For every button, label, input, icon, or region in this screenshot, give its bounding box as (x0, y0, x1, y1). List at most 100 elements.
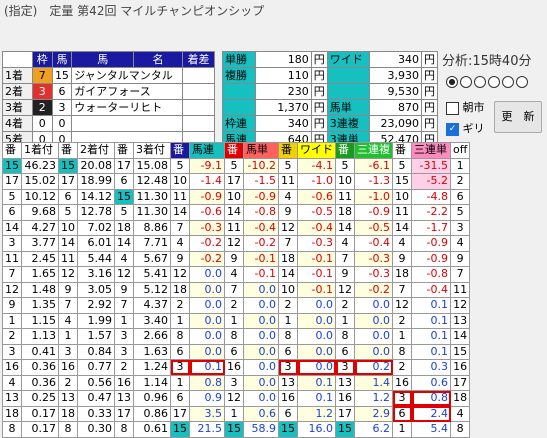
asaichi-checkbox[interactable] (446, 101, 459, 115)
grid-value-cell: 0.25 (21, 390, 59, 407)
grid-value-cell: -1.5 (243, 173, 279, 190)
radio-button[interactable] (460, 76, 472, 88)
grid-value-cell: 0.17 (21, 421, 59, 438)
radio-button[interactable] (488, 76, 500, 88)
radio-button[interactable] (474, 76, 486, 88)
grid-value-cell: 0.8 (411, 390, 451, 407)
grid-horse-number: 9 (224, 250, 244, 267)
grid-value-cell: 0.6 (243, 405, 279, 422)
grid-horse-number: 9 (2, 297, 22, 314)
grid-horse-number: 7 (449, 266, 471, 283)
grid-horse-number: 3 (2, 235, 22, 252)
fukusho-label: 複勝 (221, 67, 257, 84)
grid-header-cell: 番 (224, 142, 244, 159)
grid-value-cell: 0.41 (21, 343, 59, 360)
grid-value-cell: -0.1 (297, 250, 336, 267)
grid-horse-number: 6 (278, 343, 298, 360)
result-table: 枠 馬 馬 名 着差 1着 7 15 ジャンタルマンタル 2着 3 6 ガイアフ… (2, 51, 216, 148)
result-pos: 1着 (2, 67, 33, 84)
grid-horse-number: 15 (449, 343, 471, 360)
result-diff (181, 67, 216, 84)
grid-row: 9 1.35 7 2.92 7 4.37 2 0.0 2 0.0 2 0.0 2 0.0 12 0.1 12 (2, 297, 471, 314)
giri-option[interactable]: ✓ ギリ (446, 120, 485, 136)
grid-value-cell: 1.35 (21, 297, 59, 314)
grid-value-cell: 4.27 (21, 219, 59, 236)
grid-value-cell: 0.84 (77, 343, 115, 360)
grid-value-cell: -1.7 (411, 219, 451, 236)
grid-row: 17 15.02 17 18.99 6 12.48 10 -1.4 17 -1.5 11 -1.0 10… (2, 173, 471, 190)
update-button[interactable]: 更 新 (494, 101, 542, 133)
grid-horse-number: 11 (449, 281, 471, 298)
result-horse-name (71, 115, 183, 132)
grid-horse-number: 17 (224, 173, 244, 190)
result-row: 2着 3 6 ガイアフォース (2, 83, 216, 100)
grid-horse-number: 3 (114, 343, 134, 360)
grid-value-cell: -0.9 (243, 188, 279, 205)
grid-row: 1 1.15 4 1.99 1 3.40 1 0.0 1 0.0 1 0.0 1 0.0 2 0.1 13 (2, 312, 471, 329)
grid-header-cell: 2着付 (77, 142, 115, 159)
grid-horse-number: 1 (392, 328, 412, 345)
grid-horse-number: 16 (278, 390, 298, 407)
grid-header-cell: 番 (114, 142, 134, 159)
grid-horse-number: 15 (392, 173, 412, 190)
grid-horse-number: 16 (224, 359, 244, 376)
grid-value-cell: 0.0 (297, 312, 336, 329)
grid-value-cell: -0.4 (243, 219, 279, 236)
yen-unit: 円 (310, 115, 328, 132)
grid-horse-number: 5 (2, 188, 22, 205)
grid-value-cell: 5.44 (77, 250, 115, 267)
grid-header-cell: 馬単 (243, 142, 279, 159)
grid-row: 13 0.25 13 0.47 13 0.96 6 0.9 12 0.0 16 0.1 16 1.2 3 0.… (2, 390, 471, 407)
grid-value-cell: 8.86 (133, 219, 171, 236)
grid-horse-number: 9 (449, 250, 471, 267)
grid-horse-number: 10 (335, 173, 355, 190)
grid-horse-number: 17 (114, 157, 134, 174)
grid-horse-number: 1 (224, 312, 244, 329)
grid-horse-number: 7 (392, 281, 412, 298)
grid-horse-number: 13 (58, 390, 78, 407)
grid-horse-number: 17 (2, 173, 22, 190)
grid-value-cell: 0.1 (411, 343, 451, 360)
radio-button[interactable] (446, 76, 458, 88)
tansho-label: 単勝 (221, 51, 257, 68)
grid-horse-number: 12 (224, 235, 244, 252)
grid-horse-number: 2 (392, 359, 412, 376)
grid-horse-number: 14 (392, 219, 412, 236)
radio-button[interactable] (502, 76, 514, 88)
grid-horse-number: 16 (449, 359, 471, 376)
grid-value-cell: 0.0 (189, 281, 225, 298)
asaichi-option[interactable]: 朝市 (446, 99, 485, 115)
header-blank (2, 51, 33, 68)
grid-horse-number: 1 (224, 405, 244, 422)
grid-horse-number: 1 (114, 312, 134, 329)
grid-value-cell: 0.30 (77, 421, 115, 438)
asaichi-label: 朝市 (462, 101, 485, 114)
grid-value-cell: -0.4 (354, 235, 393, 252)
grid-value-cell: 0.77 (77, 359, 115, 376)
grid-value-cell: -1.0 (354, 188, 393, 205)
grid-header-cell: 番 (392, 142, 412, 159)
grid-horse-number: 11 (58, 250, 78, 267)
grid-value-cell: 0.0 (243, 374, 279, 391)
grid-horse-number: 6 (278, 405, 298, 422)
radio-button[interactable] (516, 76, 528, 88)
grid-horse-number: 6 (170, 343, 190, 360)
grid-horse-number: 5 (392, 157, 412, 174)
sanrenpuku-label: 3連複 (326, 115, 370, 132)
grid-value-cell: 7.71 (133, 235, 171, 252)
grid-value-cell: 0.0 (243, 359, 279, 376)
yen-unit: 円 (310, 83, 328, 100)
grid-horse-number: 7 (335, 250, 355, 267)
grid-row: 18 0.17 18 0.33 17 0.86 17 3.5 1 0.6 6 1.2 17 2.9 6 2.4… (2, 405, 471, 422)
yen-unit: 円 (420, 51, 439, 68)
grid-value-cell: -1.4 (189, 173, 225, 190)
grid-horse-number: 9 (278, 204, 298, 221)
giri-checkbox[interactable]: ✓ (446, 122, 459, 136)
grid-horse-number: 4 (58, 312, 78, 329)
wide-label-blank (326, 83, 370, 100)
grid-value-cell: 3.16 (77, 266, 115, 283)
grid-horse-number: 15 (170, 421, 190, 438)
grid-horse-number: 2 (2, 328, 22, 345)
grid-horse-number: 3 (2, 343, 22, 360)
grid-horse-number: 15 (2, 157, 22, 174)
